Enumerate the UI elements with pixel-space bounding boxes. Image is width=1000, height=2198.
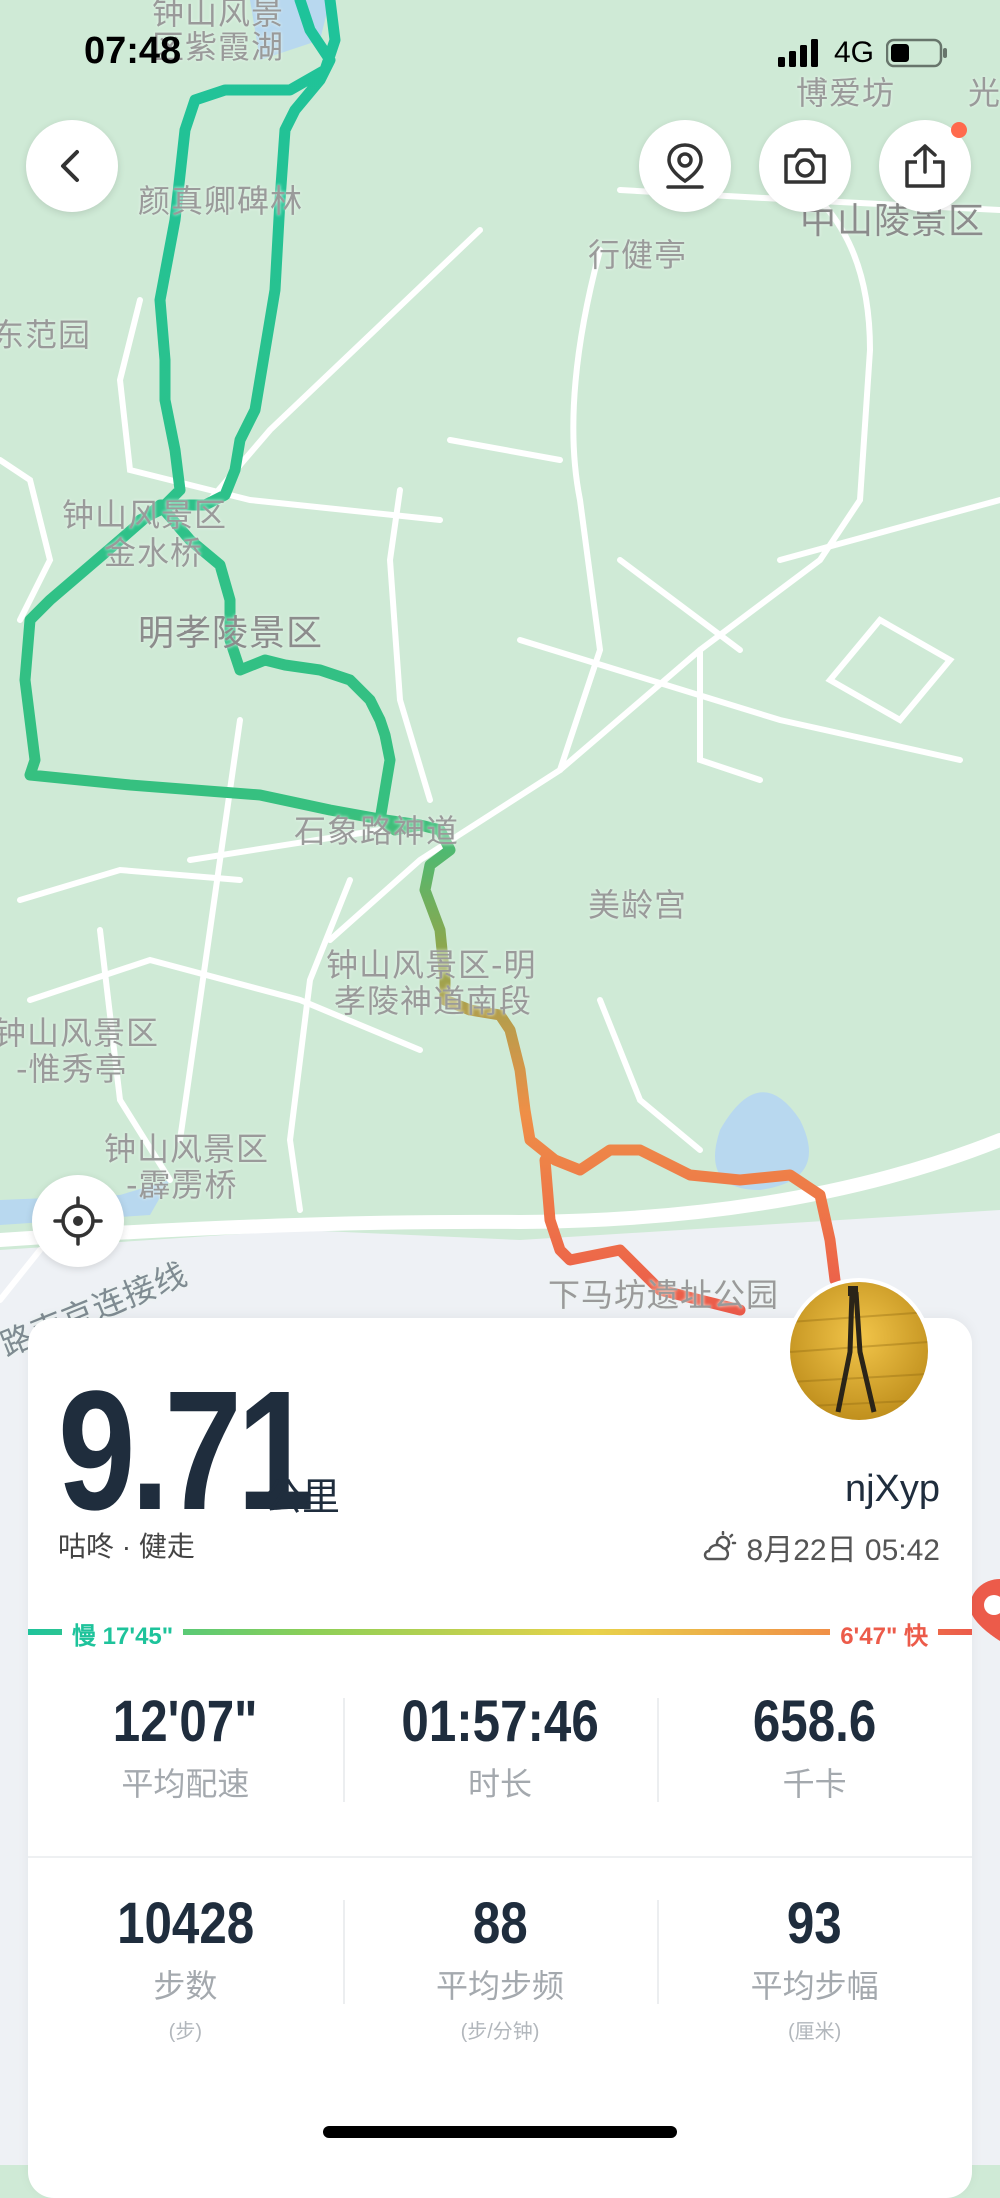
stat-value: 12'07" xyxy=(112,1689,258,1754)
map-label: 光 xyxy=(968,74,1000,112)
map-label: 下马坊遗址公园 xyxy=(548,1276,780,1314)
camera-icon xyxy=(784,148,826,184)
map-label: 博爱坊 xyxy=(796,74,896,112)
map-label: 石象路神道 xyxy=(294,812,460,850)
username[interactable]: njXyp xyxy=(845,1468,940,1511)
signal-icon xyxy=(777,39,818,67)
stat-avg-pace: 12'07" 平均配速 xyxy=(28,1688,343,1805)
activity-type: 咕咚 · 健走 xyxy=(58,1531,195,1562)
network-type: 4G xyxy=(833,36,874,69)
stats-row-primary: 12'07" 平均配速 01:57:46 时长 658.6 千卡 xyxy=(28,1688,972,1805)
pace-slow-label: 慢 17'45" xyxy=(62,1616,184,1651)
stat-unit: (步/分钟) xyxy=(460,2021,540,2043)
stat-unit: (步) xyxy=(168,2021,202,2043)
chevron-left-icon xyxy=(61,150,79,182)
map-label: 孝陵神道南段 xyxy=(334,982,533,1020)
distance-unit: 公里 xyxy=(264,1477,341,1519)
notification-dot xyxy=(951,122,967,138)
stats-row-secondary: 10428 步数 (步) 88 平均步频 (步/分钟) 93 平均步幅 (厘米) xyxy=(28,1890,972,2044)
battery-icon xyxy=(886,38,947,68)
status-time: 07:48 xyxy=(84,30,182,72)
location-button[interactable] xyxy=(639,120,731,212)
share-icon xyxy=(905,144,945,188)
avatar[interactable] xyxy=(786,1278,932,1424)
stat-value: 10428 xyxy=(116,1891,254,1956)
status-indicators: 4G xyxy=(777,36,948,70)
stat-label: 平均步幅 xyxy=(750,1968,879,2004)
stat-unit: (厘米) xyxy=(788,2021,842,2043)
map-pin-icon xyxy=(666,143,704,189)
stat-duration: 01:57:46 时长 xyxy=(342,1688,658,1805)
stats-divider xyxy=(28,1856,972,1858)
stat-cadence: 88 平均步频 (步/分钟) xyxy=(342,1890,658,2044)
stat-label: 步数 xyxy=(153,1968,218,2004)
stat-stride: 93 平均步幅 (厘米) xyxy=(657,1890,972,2044)
stat-value: 01:57:46 xyxy=(401,1689,599,1754)
share-button[interactable] xyxy=(879,120,971,212)
stat-calories: 658.6 千卡 xyxy=(657,1688,972,1805)
workout-datetime: 8月22日 05:42 xyxy=(701,1525,940,1569)
stat-value: 93 xyxy=(787,1891,843,1956)
crosshair-icon xyxy=(53,1196,103,1246)
map-label: 行健亭 xyxy=(588,236,688,274)
map-label: 美龄宫 xyxy=(588,886,688,924)
stat-label: 千卡 xyxy=(782,1766,847,1802)
camera-button[interactable] xyxy=(759,120,851,212)
stat-label: 平均配速 xyxy=(121,1766,250,1802)
home-indicator[interactable] xyxy=(323,2126,677,2138)
back-button[interactable] xyxy=(26,120,118,212)
map-label: 颜真卿碑林 xyxy=(138,182,304,220)
map-label: 东范园 xyxy=(0,316,92,354)
map-label: -惟秀亭 xyxy=(16,1050,128,1088)
stat-steps: 10428 步数 (步) xyxy=(28,1890,343,2044)
stat-value: 658.6 xyxy=(752,1689,877,1754)
map-label: -霹雳桥 xyxy=(126,1166,238,1204)
pace-legend: 慢 17'45" 6'47" 快 xyxy=(28,1612,972,1652)
locate-me-button[interactable] xyxy=(32,1175,124,1267)
workout-date-time: 8月22日 05:42 xyxy=(746,1534,940,1567)
pace-fast-label: 6'47" 快 xyxy=(830,1616,938,1651)
map-label: 金水桥 xyxy=(104,534,204,572)
weather-partly-cloudy-icon xyxy=(703,1531,736,1561)
workout-summary-card: 9.71 公里 咕咚 · 健走 njXyp 8月22日 05:42 12'07"… xyxy=(28,1278,972,2198)
stat-label: 平均步频 xyxy=(436,1968,565,2004)
stat-label: 时长 xyxy=(468,1766,533,1802)
stat-value: 88 xyxy=(472,1891,528,1956)
map-label: 明孝陵景区 xyxy=(138,613,324,654)
